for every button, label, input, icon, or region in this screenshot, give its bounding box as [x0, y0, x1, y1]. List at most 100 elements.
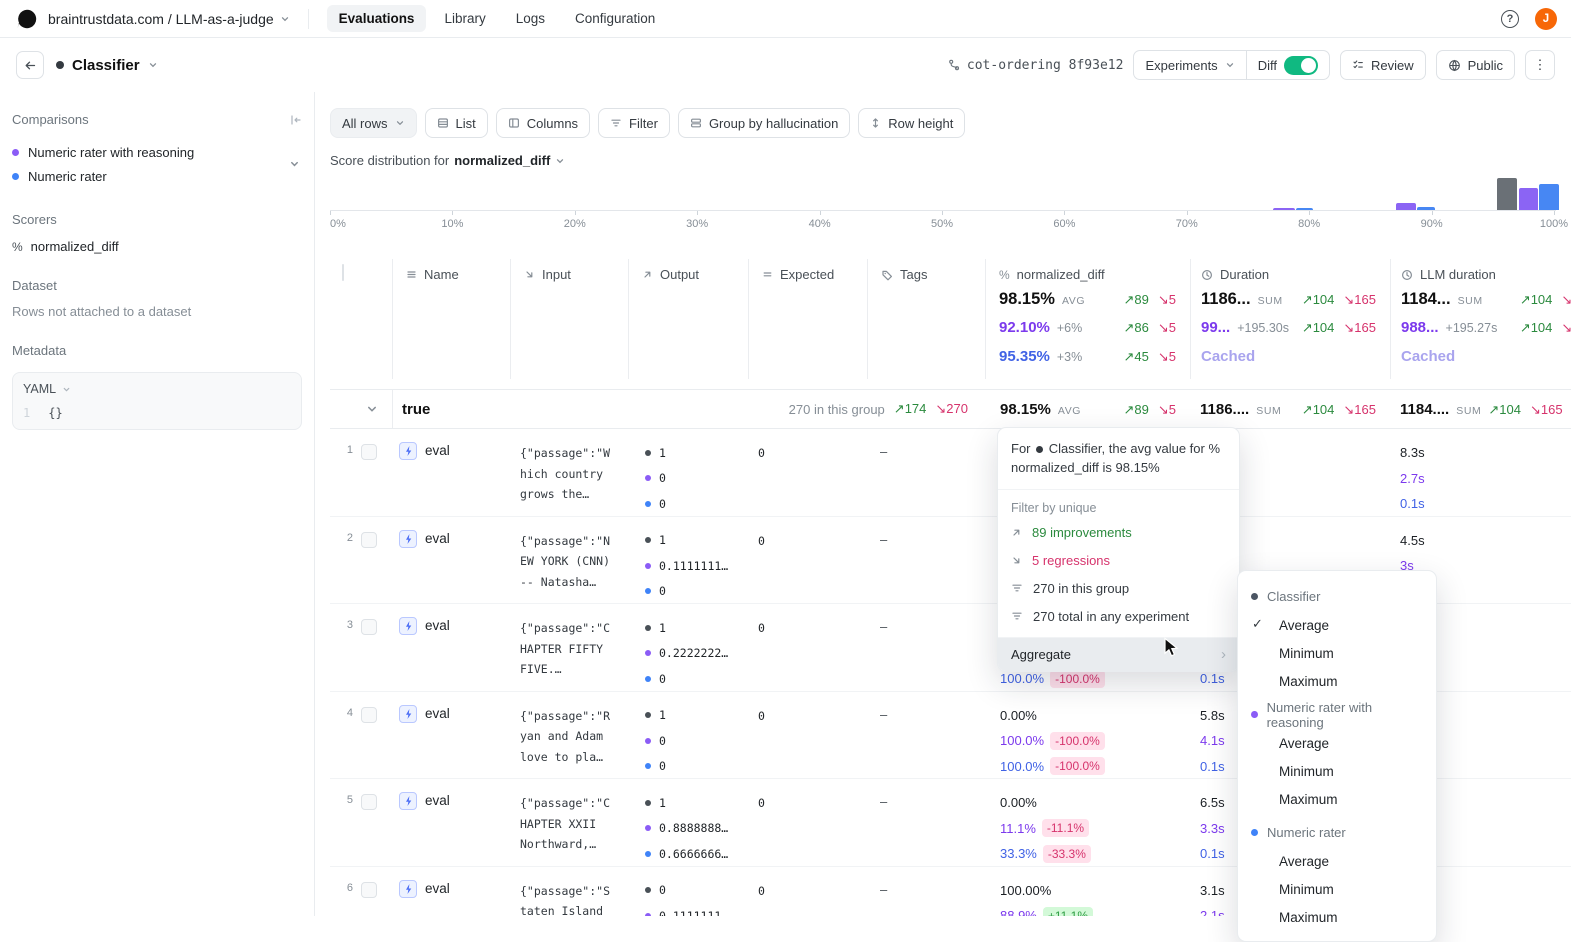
list-button[interactable]: List — [425, 108, 488, 138]
help-icon[interactable]: ? — [1501, 10, 1519, 28]
project-breadcrumb[interactable]: braintrustdata.com / LLM-as-a-judge — [48, 11, 290, 27]
name-cell[interactable]: eval — [392, 517, 510, 605]
name-cell[interactable]: eval — [392, 692, 510, 780]
expected-cell[interactable]: 0 — [748, 867, 867, 917]
more-options-button[interactable]: ⋮ — [1525, 50, 1555, 80]
name-cell[interactable]: eval — [392, 429, 510, 517]
row-height-button[interactable]: Row height — [858, 108, 965, 138]
column-header-output[interactable]: Output — [628, 259, 748, 379]
submenu-option-minimum[interactable]: Minimum — [1238, 757, 1436, 785]
column-header-normalized-diff[interactable]: %normalized_diff 98.15% AVG ↗89↘5 92.10%… — [985, 259, 1190, 379]
expected-cell[interactable]: 0 — [748, 692, 867, 780]
experiments-dropdown[interactable]: Experiments — [1134, 51, 1245, 79]
histogram-bar[interactable] — [1519, 188, 1539, 210]
input-cell[interactable]: {"passage":"W hich country grows the… — [510, 429, 628, 517]
tags-cell[interactable]: – — [867, 779, 985, 867]
submenu-option-average[interactable]: ✓Average — [1238, 611, 1436, 639]
input-cell[interactable]: {"passage":"C HAPTER FIFTY FIVE.… — [510, 604, 628, 692]
output-cell[interactable]: 10.1111111…0 — [628, 517, 748, 605]
tab-configuration[interactable]: Configuration — [563, 5, 667, 32]
output-cell[interactable]: 00.1111111 — [628, 867, 748, 917]
select-all-checkbox[interactable] — [342, 264, 344, 281]
input-cell[interactable]: {"passage":"C HAPTER XXII Northward,… — [510, 779, 628, 867]
comparison-item[interactable]: Numeric rater — [12, 164, 278, 188]
score-distribution-label[interactable]: Score distribution for normalized_diff — [330, 153, 1571, 168]
group-row-true[interactable]: true 270 in this group ↗174 ↘270 98.15% … — [330, 389, 1571, 429]
review-button[interactable]: Review — [1340, 50, 1426, 80]
submenu-option-average[interactable]: Average — [1238, 729, 1436, 757]
tags-cell[interactable]: – — [867, 517, 985, 605]
menu-item-270-total-in-any-experiment[interactable]: 270 total in any experiment — [998, 602, 1239, 630]
llm-duration-cell[interactable]: 8.3s2.7s0.1s — [1390, 429, 1571, 517]
group-by-hallucination-button[interactable]: Group by hallucination — [678, 108, 850, 138]
submenu-option-maximum[interactable]: Maximum — [1238, 785, 1436, 813]
chevron-down-icon[interactable] — [330, 403, 392, 415]
submenu-option-average[interactable]: Average — [1238, 847, 1436, 875]
tags-cell[interactable]: – — [867, 692, 985, 780]
name-cell[interactable]: eval — [392, 779, 510, 867]
chevron-down-icon[interactable] — [289, 159, 300, 170]
output-cell[interactable]: 10.2222222…0 — [628, 604, 748, 692]
output-cell[interactable]: 10.8888888…0.6666666… — [628, 779, 748, 867]
score-cell[interactable]: 100.00%88.9%+11.1% — [985, 867, 1190, 917]
columns-button[interactable]: Columns — [496, 108, 590, 138]
input-cell[interactable]: {"passage":"R yan and Adam love to pla… — [510, 692, 628, 780]
avatar[interactable]: J — [1535, 8, 1557, 30]
metadata-editor[interactable]: YAML 1 {} — [12, 372, 302, 430]
column-header-name[interactable]: Name — [392, 259, 510, 379]
comparison-item[interactable]: Numeric rater with reasoning — [12, 140, 278, 164]
name-cell[interactable]: eval — [392, 867, 510, 917]
tags-cell[interactable]: – — [867, 604, 985, 692]
histogram-bar[interactable] — [1497, 178, 1518, 210]
all-rows-button[interactable]: All rows — [330, 108, 417, 138]
row-checkbox[interactable] — [361, 619, 377, 635]
menu-item-270-in-this-group[interactable]: 270 in this group — [998, 574, 1239, 602]
input-cell[interactable]: {"passage":"N EW YORK (CNN) -- Natasha… — [510, 517, 628, 605]
column-header-llm-duration[interactable]: LLM duration 1184... SUM ↗104↘165 988...… — [1390, 259, 1571, 379]
menu-item-89-improvements[interactable]: 89 improvements — [998, 518, 1239, 546]
expected-cell[interactable]: 0 — [748, 779, 867, 867]
diff-toggle[interactable] — [1284, 56, 1318, 75]
column-header-duration[interactable]: Duration 1186... SUM ↗104↘165 99... +195… — [1190, 259, 1390, 379]
collapse-sidebar-icon[interactable] — [289, 114, 302, 126]
expected-cell[interactable]: 0 — [748, 604, 867, 692]
column-header-expected[interactable]: Expected — [748, 259, 867, 379]
scorer-item[interactable]: % normalized_diff — [12, 239, 302, 254]
tab-logs[interactable]: Logs — [504, 5, 557, 32]
name-cell[interactable]: eval — [392, 604, 510, 692]
public-button[interactable]: Public — [1436, 50, 1515, 80]
expected-cell[interactable]: 0 — [748, 517, 867, 605]
row-checkbox[interactable] — [361, 794, 377, 810]
input-cell[interactable]: {"passage":"S taten Island — [510, 867, 628, 917]
row-checkbox[interactable] — [361, 532, 377, 548]
tab-library[interactable]: Library — [432, 5, 497, 32]
column-header-input[interactable]: Input — [510, 259, 628, 379]
aggregate-menu-item[interactable]: Aggregate › — [998, 637, 1239, 671]
submenu-option-maximum[interactable]: Maximum — [1238, 903, 1436, 931]
menu-item-5-regressions[interactable]: 5 regressions — [998, 546, 1239, 574]
row-checkbox[interactable] — [361, 882, 377, 898]
tags-cell[interactable]: – — [867, 429, 985, 517]
row-checkbox[interactable] — [361, 444, 377, 460]
experiment-title[interactable]: Classifier — [56, 57, 158, 74]
row-checkbox[interactable] — [361, 707, 377, 723]
column-header-tags[interactable]: Tags — [867, 259, 985, 379]
table-row[interactable]: 1 eval {"passage":"W hich country grows … — [330, 429, 1571, 517]
output-cell[interactable]: 100 — [628, 429, 748, 517]
score-cell[interactable]: 0.00%11.1%-11.1%33.3%-33.3% — [985, 779, 1190, 867]
yaml-content[interactable]: {} — [48, 406, 62, 420]
histogram-bar[interactable] — [1396, 203, 1416, 210]
filter-button[interactable]: Filter — [598, 108, 670, 138]
histogram-bar[interactable] — [1273, 208, 1295, 210]
histogram-bar[interactable] — [1417, 207, 1435, 210]
submenu-option-maximum[interactable]: Maximum — [1238, 667, 1436, 695]
tags-cell[interactable]: – — [867, 867, 985, 917]
back-button[interactable] — [16, 51, 44, 79]
tab-evaluations[interactable]: Evaluations — [327, 5, 427, 32]
yaml-format-select[interactable]: YAML — [23, 382, 56, 396]
histogram-bar[interactable] — [1296, 208, 1313, 210]
submenu-option-minimum[interactable]: Minimum — [1238, 875, 1436, 903]
histogram-bar[interactable] — [1539, 184, 1559, 210]
output-cell[interactable]: 100 — [628, 692, 748, 780]
submenu-option-minimum[interactable]: Minimum — [1238, 639, 1436, 667]
